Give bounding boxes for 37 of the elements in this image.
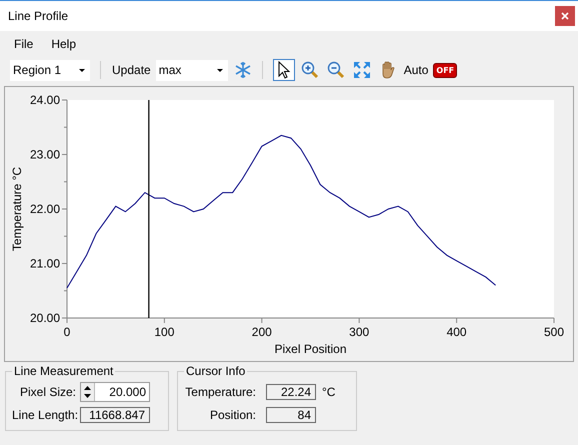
region-dropdown[interactable]: Region 1 — [10, 60, 90, 80]
field-label: Position: — [208, 408, 256, 422]
y-axis-title: Temperature °C — [10, 166, 24, 252]
field-label: Pixel Size: — [18, 384, 76, 398]
group-title: Cursor Info — [185, 364, 246, 378]
group-title: Line Measurement — [13, 364, 114, 378]
pointer-tool-button[interactable] — [272, 59, 295, 81]
auto-toggle[interactable]: OFF — [433, 62, 458, 78]
position-field: 84 — [266, 406, 316, 422]
menu-item[interactable]: File — [6, 35, 42, 53]
window-title: Line Profile — [8, 9, 68, 23]
y-tick-label: 21.00 — [30, 256, 60, 270]
field-label: Temperature: — [184, 384, 256, 398]
close-icon[interactable] — [561, 12, 569, 20]
unit-label: °C — [322, 384, 336, 398]
update-label: Update — [111, 63, 152, 77]
x-tick-label: 100 — [154, 325, 174, 339]
auto-label: Auto — [402, 63, 430, 77]
pixel-size-spinner[interactable]: 20.000 — [80, 382, 150, 402]
y-tick-label: 24.00 — [30, 93, 60, 107]
x-axis-title: Pixel Position — [274, 342, 347, 356]
x-tick-label: 300 — [349, 325, 370, 339]
line-length-field: 11668.847 — [80, 406, 150, 422]
field-label: Line Length: — [12, 408, 76, 422]
y-tick-label: 23.00 — [30, 148, 60, 162]
x-tick-label: 400 — [446, 325, 467, 339]
x-tick-label: 500 — [544, 325, 564, 339]
cursor-line[interactable] — [148, 100, 150, 318]
x-tick-label: 200 — [252, 325, 272, 339]
y-tick-label: 20.00 — [30, 311, 60, 325]
update-dropdown[interactable]: max — [156, 60, 228, 80]
snowflake-icon[interactable] — [234, 61, 252, 79]
menu-item[interactable]: Help — [43, 35, 84, 53]
temperature-field: 22.24 — [266, 384, 316, 400]
close-button[interactable] — [555, 6, 575, 26]
y-tick-label: 22.00 — [30, 202, 60, 216]
x-tick-label: 0 — [64, 325, 70, 339]
